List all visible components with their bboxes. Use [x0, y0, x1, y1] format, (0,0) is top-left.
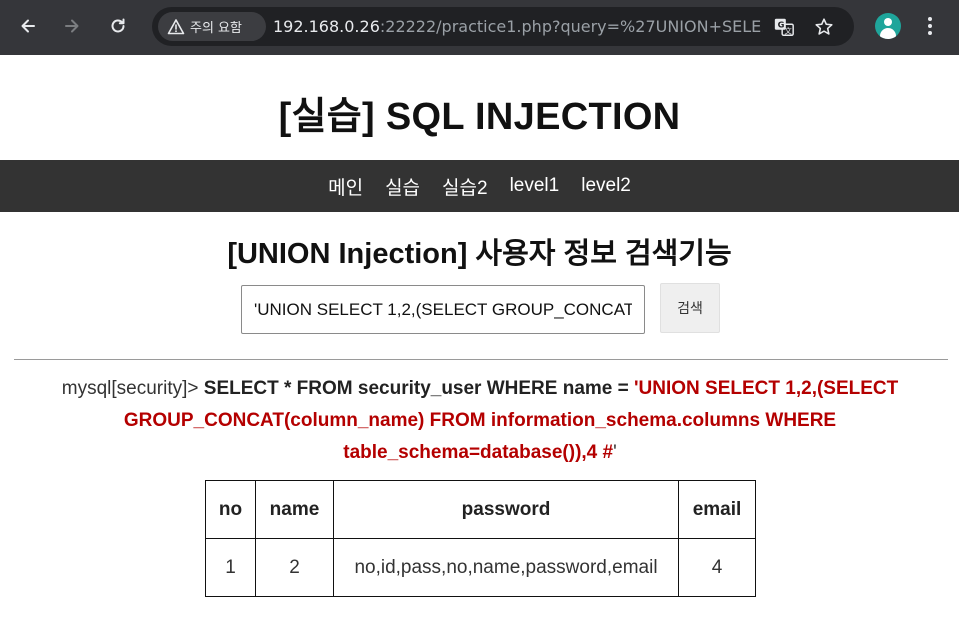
- table-header-row: no name password email: [205, 480, 756, 539]
- column-header-password: password: [333, 480, 679, 539]
- cell-no: 1: [205, 538, 256, 597]
- divider: [14, 359, 948, 360]
- executed-query: mysql[security]> SELECT * FROM security_…: [30, 373, 930, 469]
- cell-name: 2: [255, 538, 334, 597]
- svg-text:文: 文: [784, 26, 792, 35]
- nav-item-level1[interactable]: level1: [510, 175, 560, 197]
- reload-icon: [111, 18, 125, 33]
- reload-button[interactable]: [104, 12, 132, 40]
- site-title: [실습] SQL INJECTION: [278, 96, 681, 138]
- column-header-name: name: [255, 480, 334, 539]
- column-header-no: no: [205, 480, 256, 539]
- svg-text:G: G: [778, 19, 785, 29]
- browser-toolbar: 주의 요함 192.168.0.26:22222/practice1.php?q…: [0, 0, 959, 55]
- base-sql: SELECT * FROM security_user WHERE name =: [203, 378, 629, 399]
- search-button[interactable]: 검색: [660, 283, 720, 333]
- top-navigation: 메인 실습 실습2 level1 level2: [0, 160, 959, 212]
- warning-icon: [167, 18, 185, 34]
- page-content: [실습] SQL INJECTION 메인 실습 실습2 level1 leve…: [0, 55, 959, 625]
- search-input[interactable]: [241, 285, 645, 334]
- address-bar[interactable]: 주의 요함 192.168.0.26:22222/practice1.php?q…: [152, 7, 854, 46]
- forward-button[interactable]: [58, 12, 86, 40]
- mysql-prompt: mysql[security]>: [61, 378, 199, 399]
- back-button[interactable]: [14, 12, 42, 40]
- url-path: :22222/practice1.php?query=%27UNION+SELE…: [379, 17, 763, 36]
- forward-icon: [65, 19, 79, 33]
- column-header-email: email: [678, 480, 756, 539]
- closing-quote: ': [613, 442, 617, 463]
- security-label: 주의 요함: [190, 21, 242, 36]
- url-host: 192.168.0.26: [273, 17, 380, 36]
- table-row: 1 2 no,id,pass,no,name,password,email 4: [205, 538, 756, 597]
- back-icon: [21, 19, 35, 33]
- security-chip[interactable]: 주의 요함: [158, 12, 266, 41]
- translate-button[interactable]: G文: [772, 15, 796, 39]
- cell-email: 4: [678, 538, 756, 597]
- translate-icon: G文: [774, 18, 794, 36]
- results-table: no name password email 1 2 no,id,pass,no…: [205, 480, 756, 597]
- cell-password: no,id,pass,no,name,password,email: [333, 538, 679, 597]
- nav-item-level2[interactable]: level2: [581, 175, 631, 197]
- nav-item-practice[interactable]: 실습: [385, 173, 420, 200]
- url-text[interactable]: 192.168.0.26:22222/practice1.php?query=%…: [273, 17, 763, 36]
- bookmark-star-icon: [815, 18, 833, 35]
- nav-item-main[interactable]: 메인: [328, 173, 363, 200]
- section-title: [UNION Injection] 사용자 정보 검색기능: [227, 238, 732, 270]
- profile-avatar-icon[interactable]: [875, 13, 901, 39]
- more-menu-icon[interactable]: [920, 14, 940, 38]
- nav-item-practice2[interactable]: 실습2: [442, 173, 488, 200]
- bookmark-button[interactable]: [812, 15, 836, 39]
